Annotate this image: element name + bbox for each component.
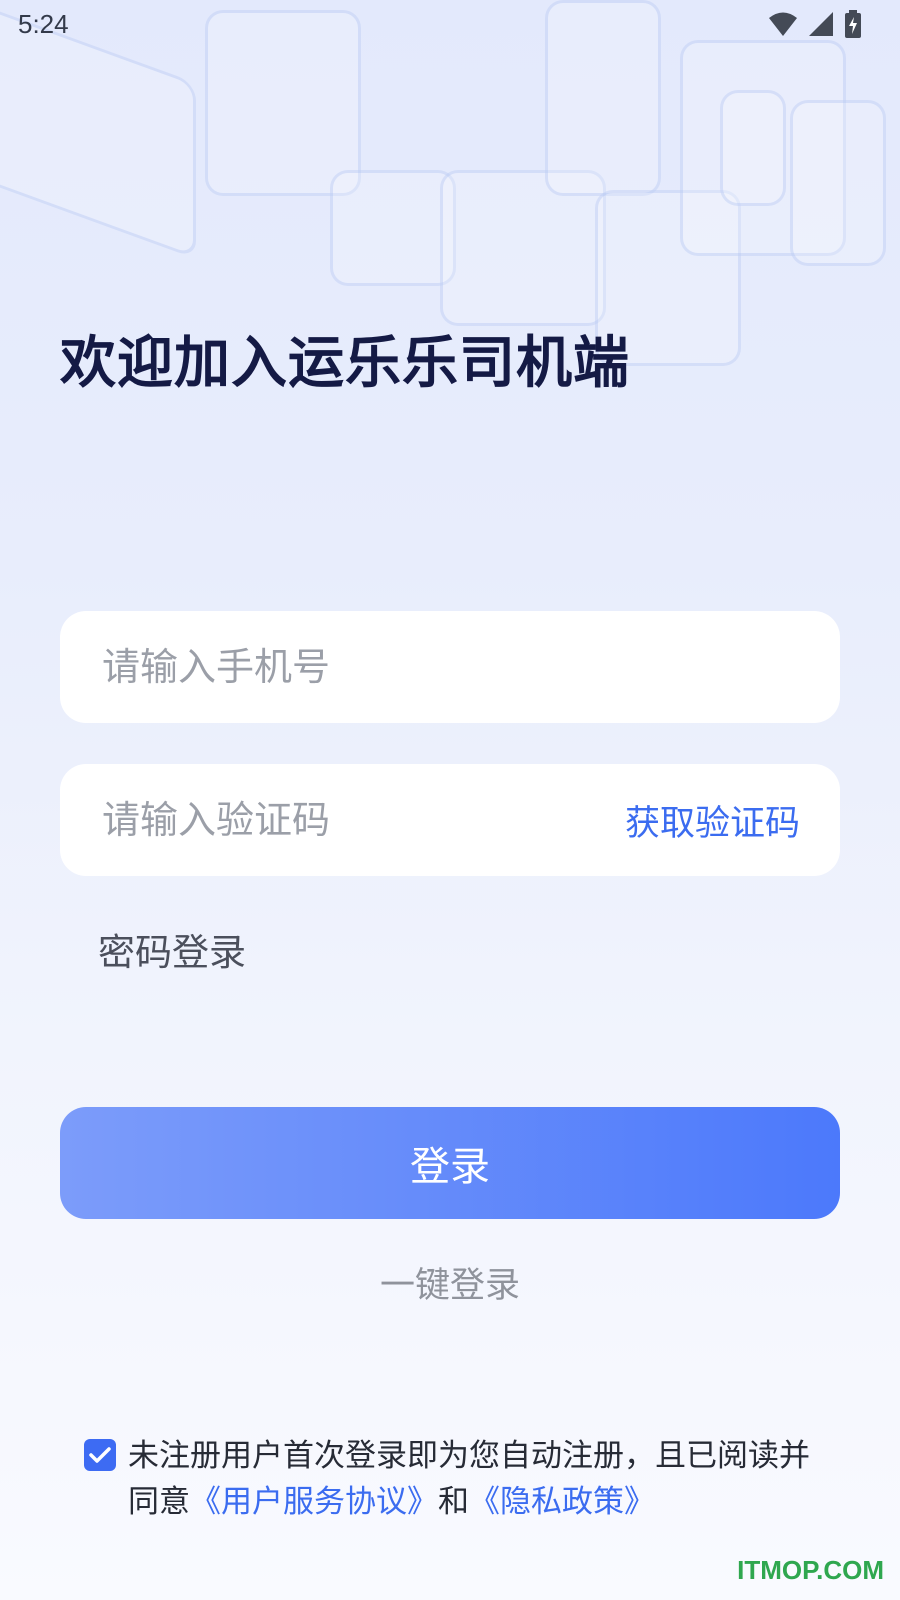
check-icon	[89, 1447, 111, 1463]
agreement-checkbox[interactable]	[84, 1439, 116, 1471]
agreement-text: 未注册用户首次登录即为您自动注册，且已阅读并同意《用户服务协议》和《隐私政策》	[128, 1433, 824, 1525]
service-agreement-link[interactable]: 《用户服务协议》	[190, 1484, 438, 1520]
privacy-policy-link[interactable]: 《隐私政策》	[469, 1484, 655, 1520]
code-input[interactable]	[100, 763, 625, 877]
phone-input[interactable]	[100, 610, 800, 724]
code-field: 获取验证码	[60, 763, 840, 877]
phone-field	[60, 610, 840, 724]
wifi-icon	[769, 12, 797, 36]
status-time: 5:24	[18, 9, 69, 39]
login-button[interactable]: 登录	[60, 1107, 840, 1219]
watermark: ITMOP.COM	[737, 1555, 884, 1585]
battery-charging-icon	[845, 10, 861, 38]
get-code-button[interactable]: 获取验证码	[625, 795, 800, 846]
status-bar: 5:24	[0, 0, 900, 52]
password-login-link[interactable]: 密码登录	[98, 922, 246, 976]
page-title: 欢迎加入运乐乐司机端	[60, 331, 630, 396]
status-icons	[768, 10, 862, 38]
agreement-row: 未注册用户首次登录即为您自动注册，且已阅读并同意《用户服务协议》和《隐私政策》	[84, 1433, 824, 1525]
signal-icon	[809, 12, 833, 36]
one-key-login-link[interactable]: 一键登录	[0, 1257, 900, 1308]
agreement-and: 和	[438, 1484, 469, 1520]
